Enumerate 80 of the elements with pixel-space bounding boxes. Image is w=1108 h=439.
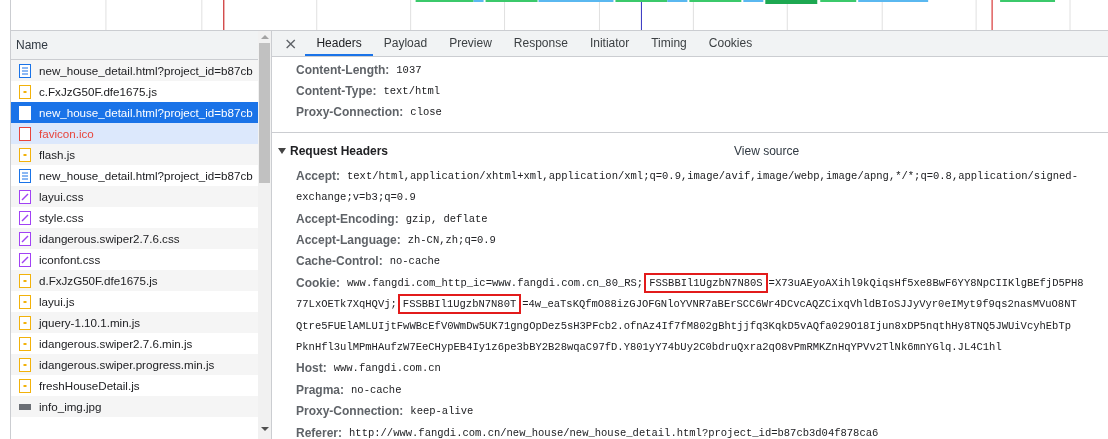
header-value: close (410, 106, 442, 119)
header-value: =X73uAEyoAXihl9kQiqsHf5xe8BwF6YY8NpCIIKlgBEfjD5PH8 (768, 276, 1084, 289)
request-row[interactable]: d.FxJzG50F.dfe1675.js (11, 270, 258, 291)
script-icon (19, 378, 31, 393)
tab[interactable]: Cookies (697, 31, 764, 56)
scroll-down-icon[interactable] (260, 427, 269, 431)
request-row[interactable]: idangerous.swiper2.7.6.min.js (11, 333, 258, 354)
header-name: Cache-Control: (296, 254, 383, 269)
header-value: keep-alive (410, 405, 474, 418)
header-value: exchange;v=b3;q=0.9 (296, 191, 416, 204)
script-icon (19, 336, 31, 351)
header-name: Proxy-Connection: (296, 105, 404, 120)
triangle-icon[interactable] (278, 148, 286, 155)
scroll-up-icon[interactable] (260, 35, 269, 39)
script-icon (19, 357, 31, 372)
header-value: PknHfl3ulMPmHAufzW7EeCHypEB4Iy1z6pe3bBY2B28wqaC97fD.Y801yY74bUy2C0bdruQxra2qO8vPmRMKZnHqYPVv2TlNk6mnYGlq.JL4C1hl (296, 341, 1002, 353)
header-value: text/html,application/xhtml+xml,application/xml;q=0.9,image/avif,image/webp,image/apng,*/*;q=0.8,application/signed- (347, 169, 1078, 182)
tab[interactable]: Initiator (578, 31, 641, 56)
header-value: =4w_eaTsKQfmO88izGJOFGNloYVNR7aBErSCC6Wr4DCvcAQZCixqVhldBIoSJJyVyr0eIMyt9f9qs2nasMVuO8NT (522, 298, 1077, 311)
header-value: gzip, deflate (405, 212, 488, 225)
header-value: text/html (383, 85, 441, 98)
script-icon (19, 294, 31, 309)
request-row[interactable]: c.FxJzG50F.dfe1675.js (11, 81, 258, 102)
script-icon (19, 84, 31, 99)
header-name: Host: (296, 361, 327, 376)
view-source-link[interactable]: View source (734, 144, 800, 159)
script-icon (19, 273, 31, 288)
script-icon (19, 315, 31, 330)
close-button[interactable]: × (278, 31, 304, 56)
request-row[interactable]: iconfont.css (11, 249, 258, 270)
highlight-box: FSSBBIl1UgzbN7N80T (397, 294, 522, 315)
header-name: Cookie: (296, 275, 340, 290)
stylesheet-icon (19, 210, 31, 225)
header-name: Content-Type: (296, 84, 377, 99)
stylesheet-icon (19, 189, 31, 204)
script-icon (19, 147, 31, 162)
tab[interactable]: Payload (372, 31, 439, 56)
header-value: www.fangdi.com.cn (333, 362, 441, 375)
header-value: no-cache (389, 255, 441, 268)
document-icon (19, 63, 31, 78)
request-row[interactable]: new_house_detail.html?project_id=b87cb (11, 165, 258, 186)
request-row[interactable]: layui.js (11, 291, 258, 312)
header-name: Pragma: (296, 382, 345, 397)
scroll-thumb[interactable] (259, 43, 270, 183)
header-name: Accept: (296, 168, 340, 183)
failed-file-icon (19, 126, 31, 141)
request-row[interactable]: style.css (11, 207, 258, 228)
header-name: Referer: (296, 425, 343, 439)
highlight-box: FSSBBIl1UgzbN7N80S (644, 272, 768, 293)
header-name: Content-Length: (296, 62, 390, 77)
header-value: www.fangdi.com_http_ic=www.fangdi.com.cn_80_RS; (347, 276, 644, 289)
section-title[interactable]: Request Headers (290, 144, 389, 159)
request-row[interactable]: new_house_detail.html?project_id=b87cb (11, 102, 258, 123)
header-value: Qtre5FUElAMLUIjtFwWBcEfV0WmDw5UK71gngOpDez5sH3PFcb2.ofnAz4If7fM802gBhtjjfq3KqkD5vAQfa029O18Ijun8xDP5nqthHy8TNQ5JWUiVcyhEbTp (296, 319, 1072, 332)
request-row[interactable]: info_img.jpg (11, 396, 258, 417)
request-row[interactable]: idangerous.swiper2.7.6.css (11, 228, 258, 249)
tab[interactable]: Response (502, 31, 579, 56)
tab[interactable]: Preview (438, 31, 503, 56)
header-value: no-cache (351, 383, 402, 396)
request-row[interactable]: freshHouseDetail.js (11, 375, 258, 396)
document-icon (19, 168, 31, 183)
request-row[interactable]: new_house_detail.html?project_id=b87cb (11, 60, 258, 81)
tab[interactable]: Headers (305, 31, 373, 56)
request-row[interactable]: layui.css (11, 186, 258, 207)
request-row[interactable]: flash.js (11, 144, 258, 165)
tab[interactable]: Timing (640, 31, 698, 56)
header-value: 77LxOETk7XqHQVj; (296, 298, 397, 311)
scrollbar[interactable] (258, 31, 271, 439)
stylesheet-icon (19, 252, 31, 267)
document-icon (19, 105, 31, 120)
header-name: Accept-Encoding: (296, 211, 399, 226)
header-name: Accept-Language: (296, 233, 401, 248)
request-row[interactable]: idangerous.swiper.progress.min.js (11, 354, 258, 375)
header-value: http://www.fangdi.com.cn/new_house/new_house_detail.html?project_id=b87cb3d04f878ca6 (349, 426, 879, 439)
header-value: 1037 (396, 63, 422, 76)
request-row[interactable]: jquery-1.10.1.min.js (11, 312, 258, 333)
stylesheet-icon (19, 231, 31, 246)
header-value: zh-CN,zh;q=0.9 (407, 234, 496, 247)
column-header[interactable]: Name (11, 31, 258, 60)
header-name: Proxy-Connection: (296, 404, 404, 419)
